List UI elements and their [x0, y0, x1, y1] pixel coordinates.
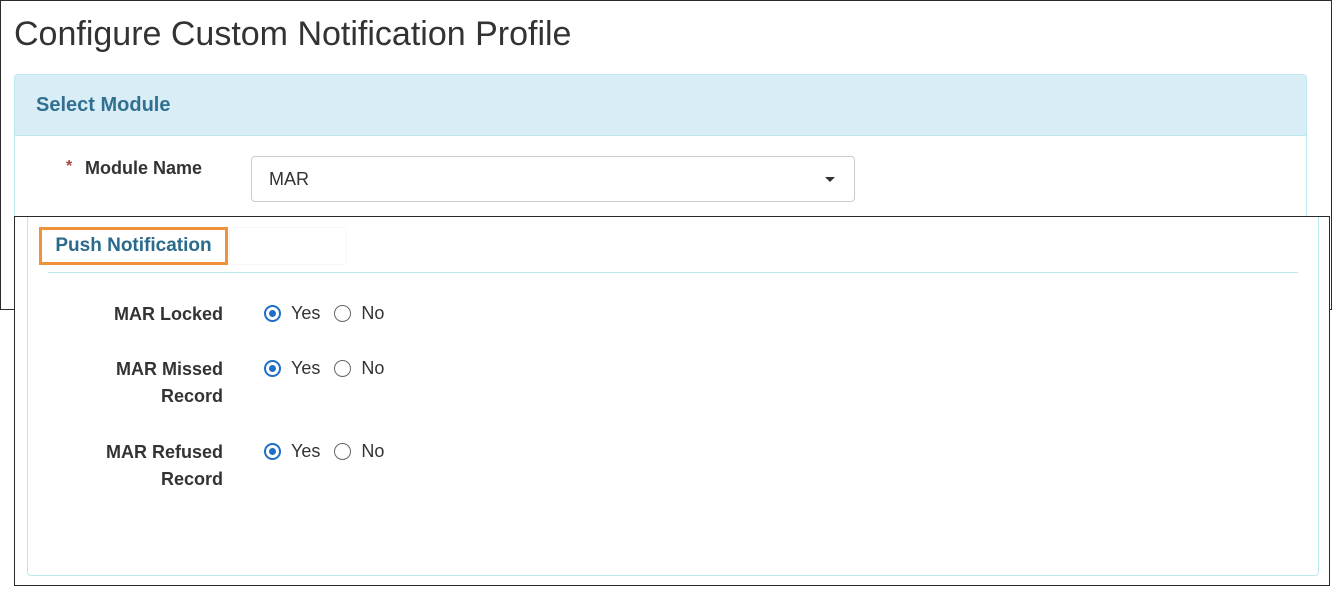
radio-yes-label: Yes: [291, 358, 321, 378]
setting-row-mar-missed-record: MAR Missed Record Yes No: [15, 356, 615, 416]
select-module-heading: Select Module: [36, 93, 171, 116]
chevron-down-icon: [825, 177, 835, 182]
tab-push-notification[interactable]: Push Notification: [39, 227, 228, 265]
radio-no-label: No: [361, 358, 385, 378]
radio-group-mar-missed-record: Yes No: [264, 358, 398, 379]
radio-no-mar-missed-record[interactable]: [334, 360, 352, 377]
radio-yes-mar-missed-record[interactable]: [264, 360, 281, 377]
tab-divider: [48, 272, 1298, 273]
radio-group-mar-refused-record: Yes No: [264, 441, 398, 462]
radio-yes-label: Yes: [291, 303, 321, 323]
radio-no-mar-refused-record[interactable]: [334, 443, 352, 460]
radio-yes-label: Yes: [291, 441, 321, 461]
select-module-panel-heading: Select Module: [15, 75, 1306, 136]
page-title: Configure Custom Notification Profile: [14, 15, 572, 53]
setting-label-mar-missed-line2: Record: [160, 386, 223, 406]
setting-label-mar-refused-line2: Record: [160, 469, 223, 489]
setting-row-mar-locked: MAR Locked Yes No: [15, 301, 615, 331]
radio-no-mar-locked[interactable]: [334, 305, 352, 322]
setting-label-mar-locked: MAR Locked: [113, 304, 223, 324]
radio-yes-mar-locked[interactable]: [264, 305, 281, 322]
required-marker: *: [66, 158, 73, 175]
tab-ghost: [229, 227, 347, 265]
setting-row-mar-refused-record: MAR Refused Record Yes No: [15, 439, 615, 499]
tab-push-notification-label: Push Notification: [55, 235, 212, 256]
setting-label-mar-refused-line1: MAR Refused: [105, 442, 223, 462]
module-name-value: MAR: [269, 168, 309, 189]
radio-group-mar-locked: Yes No: [264, 303, 398, 324]
radio-yes-mar-refused-record[interactable]: [264, 443, 281, 460]
push-notification-frame: Push Notification MAR Locked Yes No MAR …: [14, 216, 1330, 586]
radio-no-label: No: [361, 303, 385, 323]
setting-label-mar-missed-line1: MAR Missed: [115, 359, 223, 379]
module-name-select[interactable]: MAR: [251, 156, 855, 202]
radio-no-label: No: [361, 441, 385, 461]
module-name-label: Module Name: [85, 158, 203, 178]
